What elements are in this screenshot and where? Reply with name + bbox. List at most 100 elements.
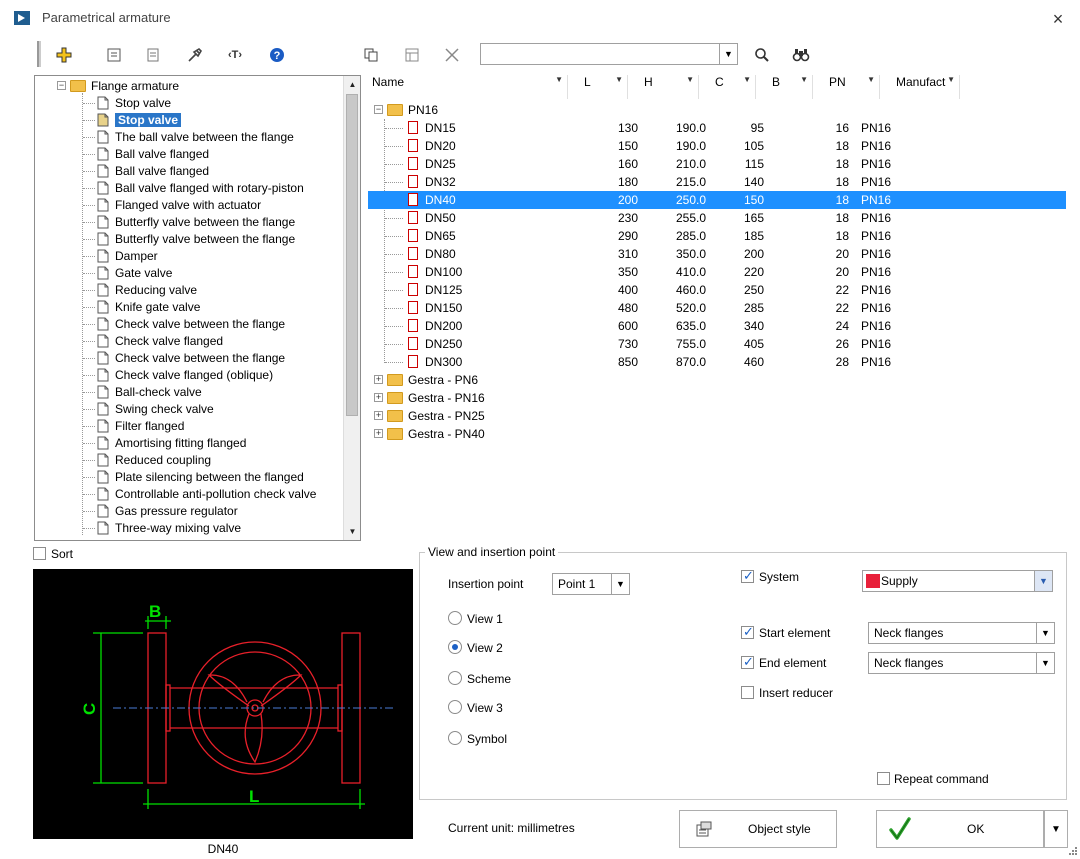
tree-item[interactable]: Check valve flanged <box>97 333 223 350</box>
sort-dropdown-icon[interactable]: ▼ <box>947 75 955 84</box>
tree-item[interactable]: Damper <box>97 248 158 265</box>
chevron-down-icon[interactable]: ▼ <box>719 44 737 64</box>
insert-reducer-checkbox[interactable] <box>741 686 754 699</box>
start-element-checkbox[interactable] <box>741 624 754 640</box>
chevron-down-icon[interactable]: ▼ <box>611 574 629 594</box>
tree-item[interactable]: Ball valve flanged <box>97 146 209 163</box>
tree-item[interactable]: Butterfly valve between the flange <box>97 214 295 231</box>
column-header-1[interactable]: L ▼ <box>568 75 628 99</box>
view-radio-2[interactable] <box>448 671 462 685</box>
sort-dropdown-icon[interactable]: ▼ <box>555 75 563 84</box>
chevron-down-icon[interactable]: ▼ <box>1036 623 1054 643</box>
sort-dropdown-icon[interactable]: ▼ <box>800 75 808 84</box>
view-radio-1[interactable] <box>448 640 462 654</box>
tree-scrollbar[interactable]: ▲ ▼ <box>343 76 360 540</box>
expand-icon[interactable]: + <box>374 393 383 403</box>
table-row[interactable]: DN125 400 460.0 250 22 PN16 <box>368 281 1066 299</box>
toolbar-grip[interactable] <box>37 41 41 67</box>
tree-item[interactable]: Check valve between the flange <box>97 350 285 367</box>
expand-icon[interactable]: + <box>374 429 383 439</box>
table-row[interactable]: DN50 230 255.0 165 18 PN16 <box>368 209 1066 227</box>
end-element-select[interactable]: Neck flanges ▼ <box>868 652 1055 674</box>
system-select[interactable]: Supply ▼ <box>862 570 1053 592</box>
tree-item[interactable]: Amortising fitting flanged <box>97 435 246 452</box>
tree-item[interactable]: Check valve flanged (oblique) <box>97 367 273 384</box>
view-radio-4[interactable] <box>448 731 462 745</box>
sort-dropdown-icon[interactable]: ▼ <box>686 75 694 84</box>
tree-item[interactable]: Stop valve <box>97 95 171 112</box>
copy-icon[interactable] <box>359 43 383 67</box>
sort-dropdown-icon[interactable]: ▼ <box>615 75 623 84</box>
tree-item[interactable]: The ball valve between the flange <box>97 129 294 146</box>
tree-item[interactable]: Reduced coupling <box>97 452 211 469</box>
group-row[interactable]: + Gestra - PN6 <box>368 371 1066 389</box>
table-row[interactable]: DN32 180 215.0 140 18 PN16 <box>368 173 1066 191</box>
tree-item[interactable]: Three-way mixing valve <box>97 520 241 537</box>
tree-item[interactable]: Check valve between the flange <box>97 316 285 333</box>
table-icon[interactable] <box>400 43 424 67</box>
sort-dropdown-icon[interactable]: ▼ <box>867 75 875 84</box>
table-row[interactable]: DN40 200 250.0 150 18 PN16 <box>368 191 1066 209</box>
tree-item[interactable]: Flanged valve with actuator <box>97 197 261 214</box>
search-input[interactable] <box>481 44 717 64</box>
tree-item[interactable]: Knife gate valve <box>97 299 200 316</box>
tree-item[interactable]: Ball-check valve <box>97 384 202 401</box>
insertion-point-select[interactable]: Point 1 ▼ <box>552 573 630 595</box>
ok-button[interactable]: OK <box>876 810 1044 848</box>
delete-icon[interactable] <box>440 43 464 67</box>
tree-root[interactable]: − Flange armature <box>57 78 179 95</box>
chevron-down-icon[interactable]: ▼ <box>1034 571 1052 591</box>
tree-item[interactable]: Stop valve <box>97 112 182 129</box>
table-row[interactable]: DN150 480 520.0 285 22 PN16 <box>368 299 1066 317</box>
find-icon[interactable] <box>789 43 813 67</box>
add-icon[interactable] <box>52 43 76 67</box>
table-row[interactable]: DN25 160 210.0 115 18 PN16 <box>368 155 1066 173</box>
search-icon[interactable] <box>750 43 774 67</box>
table-row[interactable]: DN80 310 350.0 200 20 PN16 <box>368 245 1066 263</box>
group-row[interactable]: + Gestra - PN25 <box>368 407 1066 425</box>
tree-item[interactable]: Butterfly valve between the flange <box>97 231 295 248</box>
object-style-button[interactable]: Object style <box>679 810 837 848</box>
column-header-6[interactable]: Manufact ▼ <box>880 75 960 99</box>
column-header-2[interactable]: H ▼ <box>628 75 699 99</box>
view-radio-3[interactable] <box>448 700 462 714</box>
tree-item[interactable]: Filter flanged <box>97 418 184 435</box>
expand-icon[interactable]: + <box>374 411 383 421</box>
column-header-0[interactable]: Name ▼ <box>368 75 568 99</box>
table-row[interactable]: DN65 290 285.0 185 18 PN16 <box>368 227 1066 245</box>
tools-icon[interactable] <box>183 43 207 67</box>
list-icon[interactable] <box>141 43 165 67</box>
sort-checkbox[interactable] <box>33 547 46 560</box>
resize-grip-icon[interactable] <box>1068 846 1078 856</box>
tree-item[interactable]: Gas pressure regulator <box>97 503 238 520</box>
view-radio-0[interactable] <box>448 611 462 625</box>
chevron-down-icon[interactable]: ▼ <box>1036 653 1054 673</box>
start-element-select[interactable]: Neck flanges ▼ <box>868 622 1055 644</box>
tree-item[interactable]: Ball valve flanged with rotary-piston <box>97 180 304 197</box>
table-row[interactable]: DN15 130 190.0 95 16 PN16 <box>368 119 1066 137</box>
properties-icon[interactable] <box>102 43 126 67</box>
table-row[interactable]: DN300 850 870.0 460 28 PN16 <box>368 353 1066 371</box>
tree-item[interactable]: Gate valve <box>97 265 172 282</box>
group-row[interactable]: + Gestra - PN16 <box>368 389 1066 407</box>
table-row[interactable]: DN200 600 635.0 340 24 PN16 <box>368 317 1066 335</box>
text-icon[interactable]: ‹T› <box>223 43 247 67</box>
column-header-3[interactable]: C ▼ <box>699 75 756 99</box>
collapse-icon[interactable]: − <box>57 81 66 91</box>
tree-item[interactable]: Plate silencing between the flanged <box>97 469 304 486</box>
table-row[interactable]: DN250 730 755.0 405 26 PN16 <box>368 335 1066 353</box>
group-row[interactable]: + Gestra - PN40 <box>368 425 1066 443</box>
close-button[interactable]: × <box>1046 8 1070 30</box>
help-icon[interactable]: ? <box>265 43 289 67</box>
column-header-5[interactable]: PN ▼ <box>813 75 880 99</box>
ok-dropdown-button[interactable]: ▼ <box>1044 810 1068 848</box>
column-header-4[interactable]: B ▼ <box>756 75 813 99</box>
tree-item[interactable]: Controllable anti-pollution check valve <box>97 486 316 503</box>
sort-dropdown-icon[interactable]: ▼ <box>743 75 751 84</box>
search-combo[interactable]: ▼ <box>480 43 738 65</box>
tree-item[interactable]: Reducing valve <box>97 282 197 299</box>
repeat-command-checkbox[interactable] <box>877 772 890 785</box>
end-element-checkbox[interactable] <box>741 654 754 670</box>
table-row[interactable]: DN20 150 190.0 105 18 PN16 <box>368 137 1066 155</box>
expand-icon[interactable]: + <box>374 375 383 385</box>
